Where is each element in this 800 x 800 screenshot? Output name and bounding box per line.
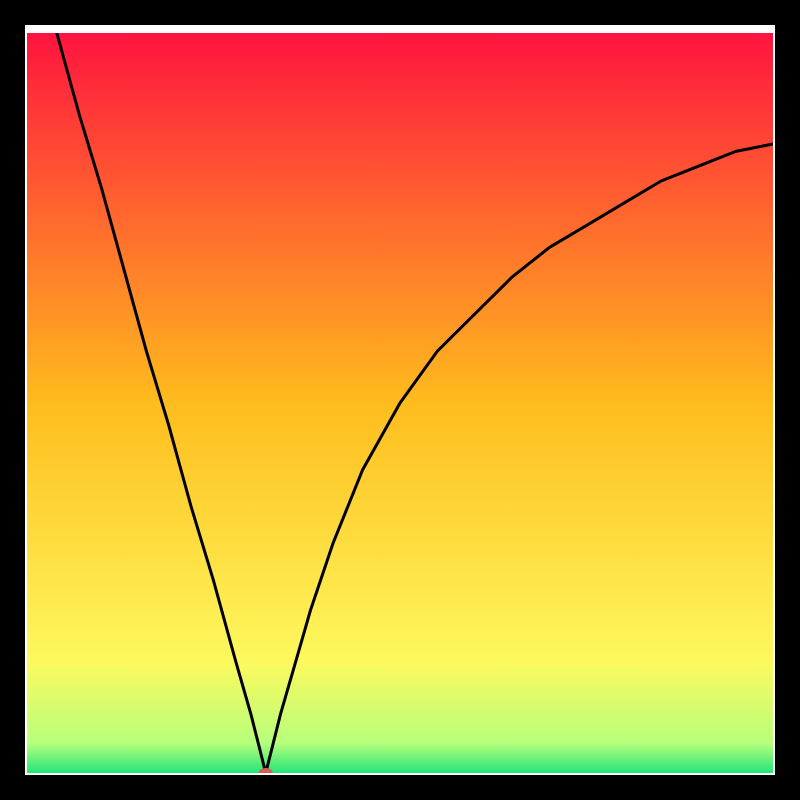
plot-area <box>13 13 788 788</box>
bottleneck-chart <box>0 0 800 800</box>
